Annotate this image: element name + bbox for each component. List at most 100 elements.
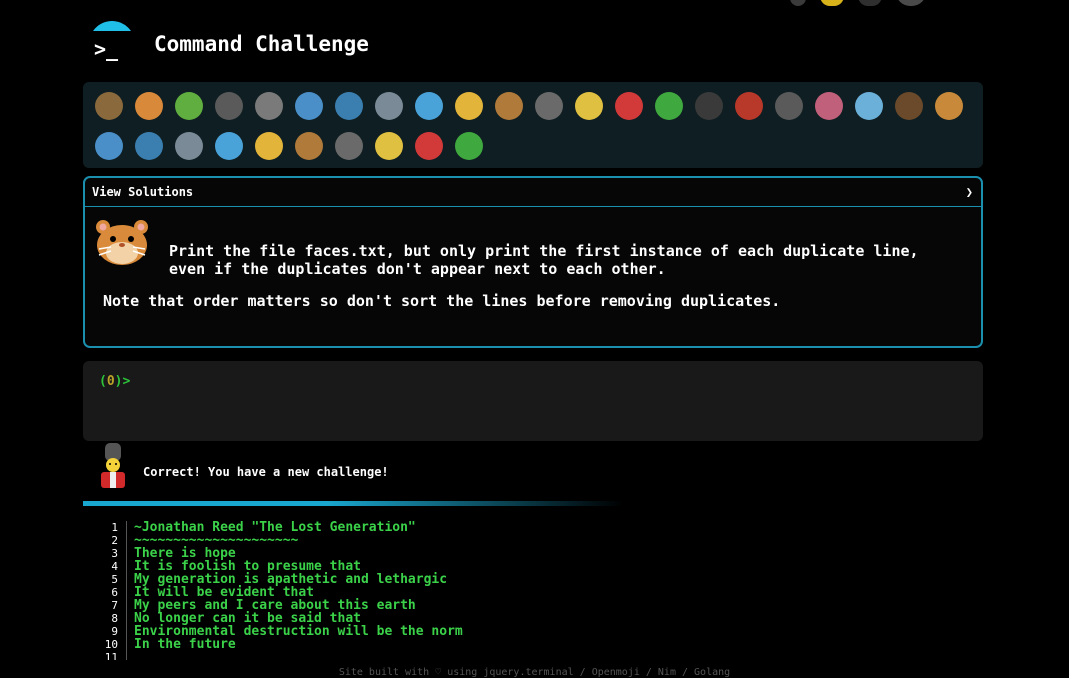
page-title: Command Challenge <box>154 32 369 56</box>
challenge-mouse[interactable] <box>409 126 449 166</box>
prompt-count: 0 <box>106 374 115 389</box>
challenge-pig[interactable] <box>369 126 409 166</box>
hamster-icon <box>96 220 148 265</box>
progress-bar <box>83 501 623 506</box>
challenge-fly[interactable] <box>769 86 809 126</box>
horse-icon <box>255 132 283 160</box>
line-number: 1 <box>83 521 127 534</box>
cat-icon <box>135 132 163 160</box>
line-number: 3 <box>83 547 127 560</box>
lightbulb-icon[interactable] <box>820 0 844 6</box>
line-number: 10 <box>83 638 127 651</box>
dolphin-icon <box>375 92 403 120</box>
challenge-bee[interactable] <box>569 86 609 126</box>
challenge-lion[interactable] <box>169 126 209 166</box>
challenge-fish[interactable] <box>409 86 449 126</box>
view-solutions-label: View Solutions <box>92 185 194 199</box>
line-number: 4 <box>83 560 127 573</box>
lion-icon <box>175 132 203 160</box>
bacteria-icon <box>855 92 883 120</box>
challenge-cow[interactable] <box>329 126 369 166</box>
challenge-note: Note that order matters so don't sort th… <box>103 292 781 310</box>
top-icon-1[interactable] <box>790 0 806 6</box>
header: >_ Command Challenge <box>89 21 369 67</box>
scorpion-icon <box>735 92 763 120</box>
line-number: 9 <box>83 625 127 638</box>
view-solutions-toggle[interactable]: View Solutions ❯ <box>85 178 981 207</box>
challenge-hamster[interactable] <box>449 126 489 166</box>
terminal-input[interactable]: (0)> <box>83 361 983 441</box>
chevron-right-icon: ❯ <box>965 185 973 199</box>
line-number: 2 <box>83 534 127 547</box>
challenge-tropical-fish[interactable] <box>449 86 489 126</box>
challenge-instruction: Print the file faces.txt, but only print… <box>169 242 919 278</box>
lizard-icon <box>655 92 683 120</box>
challenge-tiger[interactable] <box>209 126 249 166</box>
line-number: 7 <box>83 599 127 612</box>
challenge-fox[interactable] <box>89 126 129 166</box>
prompt-open: ( <box>99 374 107 389</box>
dog-icon <box>935 92 963 120</box>
challenge-spider[interactable] <box>689 86 729 126</box>
challenge-scorpion[interactable] <box>729 86 769 126</box>
fish-icon <box>415 92 443 120</box>
bee-icon <box>575 92 603 120</box>
challenge-bacteria[interactable] <box>849 86 889 126</box>
challenge-dog[interactable] <box>929 86 969 126</box>
challenge-butterfly[interactable] <box>129 86 169 126</box>
line-number: 5 <box>83 573 127 586</box>
challenge-spider-web[interactable] <box>249 86 289 126</box>
line-number: 6 <box>83 586 127 599</box>
hamster-icon <box>455 132 483 160</box>
challenge-worm[interactable] <box>809 86 849 126</box>
wolf-icon <box>535 92 563 120</box>
challenge-monkey[interactable] <box>889 86 929 126</box>
avatar-icon[interactable] <box>896 0 926 6</box>
top-icon-3[interactable] <box>858 0 882 6</box>
challenge-dolphin[interactable] <box>369 86 409 126</box>
challenge-snail[interactable] <box>89 86 129 126</box>
challenge-unicorn[interactable] <box>289 126 329 166</box>
challenge-horse[interactable] <box>249 126 289 166</box>
challenge-cat[interactable] <box>129 126 169 166</box>
spider-icon <box>695 92 723 120</box>
top-icons <box>790 0 926 6</box>
worm-icon <box>815 92 843 120</box>
monkey-icon <box>895 92 923 120</box>
status-message: Correct! You have a new challenge! <box>143 465 389 479</box>
code-line: 10 In the future <box>83 638 463 651</box>
prompt-close: )> <box>114 374 131 389</box>
tiger-icon <box>215 132 243 160</box>
challenge-wolf[interactable] <box>529 86 569 126</box>
ant-icon <box>215 92 243 120</box>
line-text <box>127 651 134 660</box>
challenge-ladybug[interactable] <box>609 86 649 126</box>
footer: Site built with ♡ using jquery.terminal … <box>338 667 731 678</box>
challenge-shark[interactable] <box>329 86 369 126</box>
terminal-prompt: (0)> <box>99 374 130 389</box>
caterpillar-icon <box>175 92 203 120</box>
fox-icon <box>95 132 123 160</box>
guard-icon <box>101 443 125 488</box>
whale-icon <box>295 92 323 120</box>
line-number: 11 <box>83 651 127 660</box>
challenge-caterpillar[interactable] <box>169 86 209 126</box>
challenge-blowfish[interactable] <box>489 86 529 126</box>
tropical-fish-icon <box>455 92 483 120</box>
terminal-logo-icon[interactable]: >_ <box>89 21 135 67</box>
line-number: 8 <box>83 612 127 625</box>
challenge-whale[interactable] <box>289 86 329 126</box>
line-text: In the future <box>134 637 236 652</box>
challenge-lizard[interactable] <box>649 86 689 126</box>
challenge-panel: View Solutions ❯ Print the file faces.tx… <box>83 176 983 348</box>
challenge-ant[interactable] <box>209 86 249 126</box>
shark-icon <box>335 92 363 120</box>
blowfish-icon <box>495 92 523 120</box>
unicorn-icon <box>295 132 323 160</box>
challenge-icon-grid <box>83 82 983 168</box>
butterfly-icon <box>135 92 163 120</box>
snail-icon <box>95 92 123 120</box>
logo-prompt: >_ <box>94 37 119 61</box>
spider-web-icon <box>255 92 283 120</box>
file-output: 1 ~Jonathan Reed "The Lost Generation" 2 ~~… <box>83 521 463 660</box>
